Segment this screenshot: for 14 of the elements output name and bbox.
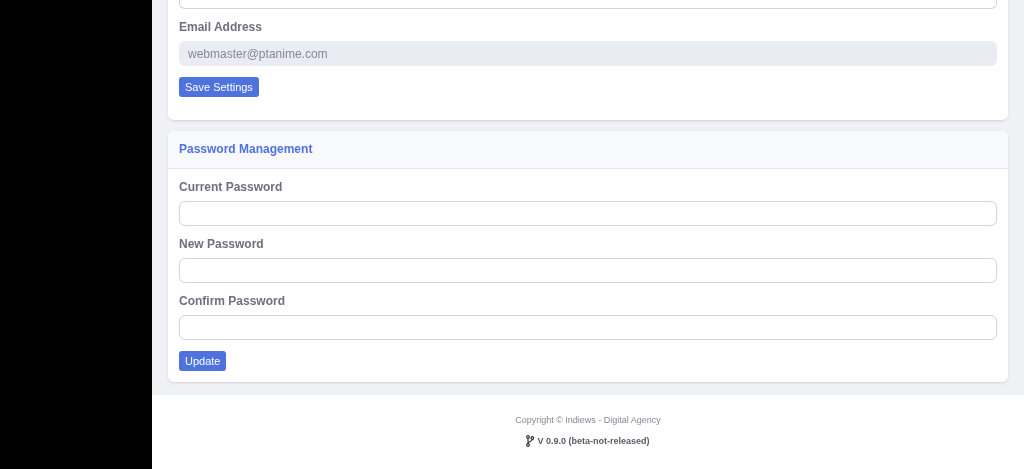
save-settings-button[interactable]: Save Settings (179, 77, 259, 97)
input-field[interactable] (179, 0, 997, 9)
input-field[interactable] (179, 314, 997, 340)
field-label: Email Address (179, 20, 263, 34)
update-button[interactable]: Update (179, 350, 227, 371)
git-branch-icon (526, 435, 535, 448)
card-title: Password Management (179, 141, 313, 159)
version-text: V 0.9.0 (beta-not-released) (537, 434, 650, 448)
input-field[interactable] (179, 200, 997, 226)
field-label: Confirm Password (179, 293, 287, 308)
input-field[interactable] (179, 257, 997, 283)
copyright-text: Copyright © Indiews - Digital Agency (515, 414, 661, 427)
field-label: New Password (179, 236, 265, 251)
field-label: Current Password (179, 179, 284, 194)
